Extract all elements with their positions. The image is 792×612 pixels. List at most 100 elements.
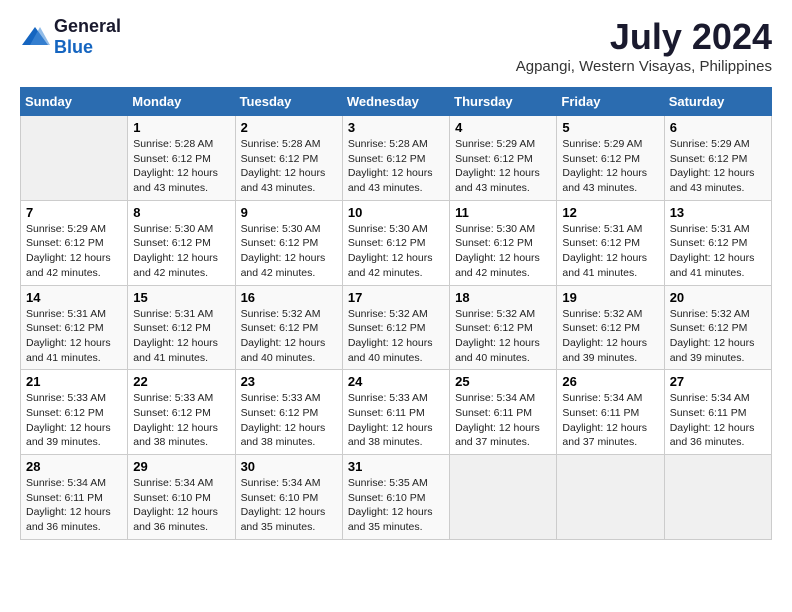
day-number: 8 xyxy=(133,205,229,220)
day-info: Sunrise: 5:28 AM Sunset: 6:12 PM Dayligh… xyxy=(133,137,229,196)
day-info: Sunrise: 5:28 AM Sunset: 6:12 PM Dayligh… xyxy=(241,137,337,196)
day-number: 29 xyxy=(133,459,229,474)
table-row: 29 Sunrise: 5:34 AM Sunset: 6:10 PM Dayli… xyxy=(128,455,235,540)
day-info: Sunrise: 5:33 AM Sunset: 6:12 PM Dayligh… xyxy=(26,391,122,450)
day-number: 4 xyxy=(455,120,551,135)
table-row: 31Sunrise: 5:35 AM Sunset: 6:10 PM Dayli… xyxy=(342,455,449,540)
table-row: 17 Sunrise: 5:32 AM Sunset: 6:12 PM Dayli… xyxy=(342,285,449,370)
day-info: Sunrise: 5:34 AM Sunset: 6:10 PM Dayligh… xyxy=(133,476,229,535)
day-number: 16 xyxy=(241,290,337,305)
table-row: 14Sunrise: 5:31 AM Sunset: 6:12 PM Dayli… xyxy=(21,285,128,370)
day-info: Sunrise: 5:31 AM Sunset: 6:12 PM Dayligh… xyxy=(670,222,766,281)
day-number: 3 xyxy=(348,120,444,135)
table-row: 23 Sunrise: 5:33 AM Sunset: 6:12 PM Dayli… xyxy=(235,370,342,455)
day-number: 9 xyxy=(241,205,337,220)
day-number: 17 xyxy=(348,290,444,305)
table-row: 12Sunrise: 5:31 AM Sunset: 6:12 PM Dayli… xyxy=(557,200,664,285)
day-info: Sunrise: 5:32 AM Sunset: 6:12 PM Dayligh… xyxy=(455,307,551,366)
day-info: Sunrise: 5:34 AM Sunset: 6:11 PM Dayligh… xyxy=(455,391,551,450)
day-info: Sunrise: 5:34 AM Sunset: 6:11 PM Dayligh… xyxy=(26,476,122,535)
day-info: Sunrise: 5:32 AM Sunset: 6:12 PM Dayligh… xyxy=(241,307,337,366)
day-number: 21 xyxy=(26,374,122,389)
col-monday: Monday xyxy=(128,88,235,116)
day-info: Sunrise: 5:33 AM Sunset: 6:12 PM Dayligh… xyxy=(241,391,337,450)
day-info: Sunrise: 5:31 AM Sunset: 6:12 PM Dayligh… xyxy=(133,307,229,366)
main-title: July 2024 xyxy=(516,16,772,58)
day-number: 5 xyxy=(562,120,658,135)
col-friday: Friday xyxy=(557,88,664,116)
day-number: 30 xyxy=(241,459,337,474)
day-info: Sunrise: 5:32 AM Sunset: 6:12 PM Dayligh… xyxy=(562,307,658,366)
day-info: Sunrise: 5:32 AM Sunset: 6:12 PM Dayligh… xyxy=(670,307,766,366)
day-number: 13 xyxy=(670,205,766,220)
day-info: Sunrise: 5:33 AM Sunset: 6:12 PM Dayligh… xyxy=(133,391,229,450)
table-row: 2 Sunrise: 5:28 AM Sunset: 6:12 PM Daylig… xyxy=(235,116,342,201)
day-number: 15 xyxy=(133,290,229,305)
table-row: 21 Sunrise: 5:33 AM Sunset: 6:12 PM Dayli… xyxy=(21,370,128,455)
table-row: 26 Sunrise: 5:34 AM Sunset: 6:11 PM Dayli… xyxy=(557,370,664,455)
col-thursday: Thursday xyxy=(450,88,557,116)
day-number: 1 xyxy=(133,120,229,135)
table-row: 4 Sunrise: 5:29 AM Sunset: 6:12 PM Daylig… xyxy=(450,116,557,201)
table-row: 27 Sunrise: 5:34 AM Sunset: 6:11 PM Dayli… xyxy=(664,370,771,455)
day-number: 26 xyxy=(562,374,658,389)
day-info: Sunrise: 5:33 AM Sunset: 6:11 PM Dayligh… xyxy=(348,391,444,450)
table-row: 3 Sunrise: 5:28 AM Sunset: 6:12 PM Daylig… xyxy=(342,116,449,201)
table-row: 13 Sunrise: 5:31 AM Sunset: 6:12 PM Dayli… xyxy=(664,200,771,285)
day-info: Sunrise: 5:28 AM Sunset: 6:12 PM Dayligh… xyxy=(348,137,444,196)
table-row: 24Sunrise: 5:33 AM Sunset: 6:11 PM Dayli… xyxy=(342,370,449,455)
day-info: Sunrise: 5:29 AM Sunset: 6:12 PM Dayligh… xyxy=(455,137,551,196)
day-number: 18 xyxy=(455,290,551,305)
day-info: Sunrise: 5:34 AM Sunset: 6:10 PM Dayligh… xyxy=(241,476,337,535)
day-number: 22 xyxy=(133,374,229,389)
day-info: Sunrise: 5:29 AM Sunset: 6:12 PM Dayligh… xyxy=(670,137,766,196)
table-row: 1 Sunrise: 5:28 AM Sunset: 6:12 PM Daylig… xyxy=(128,116,235,201)
day-number: 6 xyxy=(670,120,766,135)
day-info: Sunrise: 5:35 AM Sunset: 6:10 PM Dayligh… xyxy=(348,476,444,535)
table-row: 7 Sunrise: 5:29 AM Sunset: 6:12 PM Daylig… xyxy=(21,200,128,285)
calendar-row: 28Sunrise: 5:34 AM Sunset: 6:11 PM Dayli… xyxy=(21,455,772,540)
col-tuesday: Tuesday xyxy=(235,88,342,116)
col-sunday: Sunday xyxy=(21,88,128,116)
table-row xyxy=(21,116,128,201)
day-number: 2 xyxy=(241,120,337,135)
calendar-row: 14Sunrise: 5:31 AM Sunset: 6:12 PM Dayli… xyxy=(21,285,772,370)
day-info: Sunrise: 5:32 AM Sunset: 6:12 PM Dayligh… xyxy=(348,307,444,366)
day-number: 19 xyxy=(562,290,658,305)
header-row: Sunday Monday Tuesday Wednesday Thursday… xyxy=(21,88,772,116)
calendar-row: 7 Sunrise: 5:29 AM Sunset: 6:12 PM Daylig… xyxy=(21,200,772,285)
table-row xyxy=(664,455,771,540)
day-info: Sunrise: 5:30 AM Sunset: 6:12 PM Dayligh… xyxy=(348,222,444,281)
table-row: 18 Sunrise: 5:32 AM Sunset: 6:12 PM Dayli… xyxy=(450,285,557,370)
table-row: 25 Sunrise: 5:34 AM Sunset: 6:11 PM Dayli… xyxy=(450,370,557,455)
day-number: 23 xyxy=(241,374,337,389)
day-number: 25 xyxy=(455,374,551,389)
table-row: 30 Sunrise: 5:34 AM Sunset: 6:10 PM Dayli… xyxy=(235,455,342,540)
table-row: 28Sunrise: 5:34 AM Sunset: 6:11 PM Dayli… xyxy=(21,455,128,540)
table-row: 15 Sunrise: 5:31 AM Sunset: 6:12 PM Dayli… xyxy=(128,285,235,370)
day-info: Sunrise: 5:31 AM Sunset: 6:12 PM Dayligh… xyxy=(26,307,122,366)
day-number: 10 xyxy=(348,205,444,220)
day-info: Sunrise: 5:29 AM Sunset: 6:12 PM Dayligh… xyxy=(562,137,658,196)
day-info: Sunrise: 5:34 AM Sunset: 6:11 PM Dayligh… xyxy=(670,391,766,450)
table-row: 6 Sunrise: 5:29 AM Sunset: 6:12 PM Daylig… xyxy=(664,116,771,201)
table-row: 22 Sunrise: 5:33 AM Sunset: 6:12 PM Dayli… xyxy=(128,370,235,455)
logo-general: General xyxy=(54,16,121,36)
col-saturday: Saturday xyxy=(664,88,771,116)
calendar-row: 21 Sunrise: 5:33 AM Sunset: 6:12 PM Dayli… xyxy=(21,370,772,455)
table-row xyxy=(450,455,557,540)
table-row: 10 Sunrise: 5:30 AM Sunset: 6:12 PM Dayli… xyxy=(342,200,449,285)
calendar-table: Sunday Monday Tuesday Wednesday Thursday… xyxy=(20,87,772,540)
logo-blue: Blue xyxy=(54,37,93,57)
day-info: Sunrise: 5:29 AM Sunset: 6:12 PM Dayligh… xyxy=(26,222,122,281)
day-number: 12 xyxy=(562,205,658,220)
day-number: 20 xyxy=(670,290,766,305)
day-info: Sunrise: 5:30 AM Sunset: 6:12 PM Dayligh… xyxy=(455,222,551,281)
table-row: 8Sunrise: 5:30 AM Sunset: 6:12 PM Daylig… xyxy=(128,200,235,285)
subtitle: Agpangi, Western Visayas, Philippines xyxy=(516,58,772,75)
day-number: 27 xyxy=(670,374,766,389)
day-number: 7 xyxy=(26,205,122,220)
day-info: Sunrise: 5:34 AM Sunset: 6:11 PM Dayligh… xyxy=(562,391,658,450)
day-number: 11 xyxy=(455,205,551,220)
table-row: 9Sunrise: 5:30 AM Sunset: 6:12 PM Daylig… xyxy=(235,200,342,285)
